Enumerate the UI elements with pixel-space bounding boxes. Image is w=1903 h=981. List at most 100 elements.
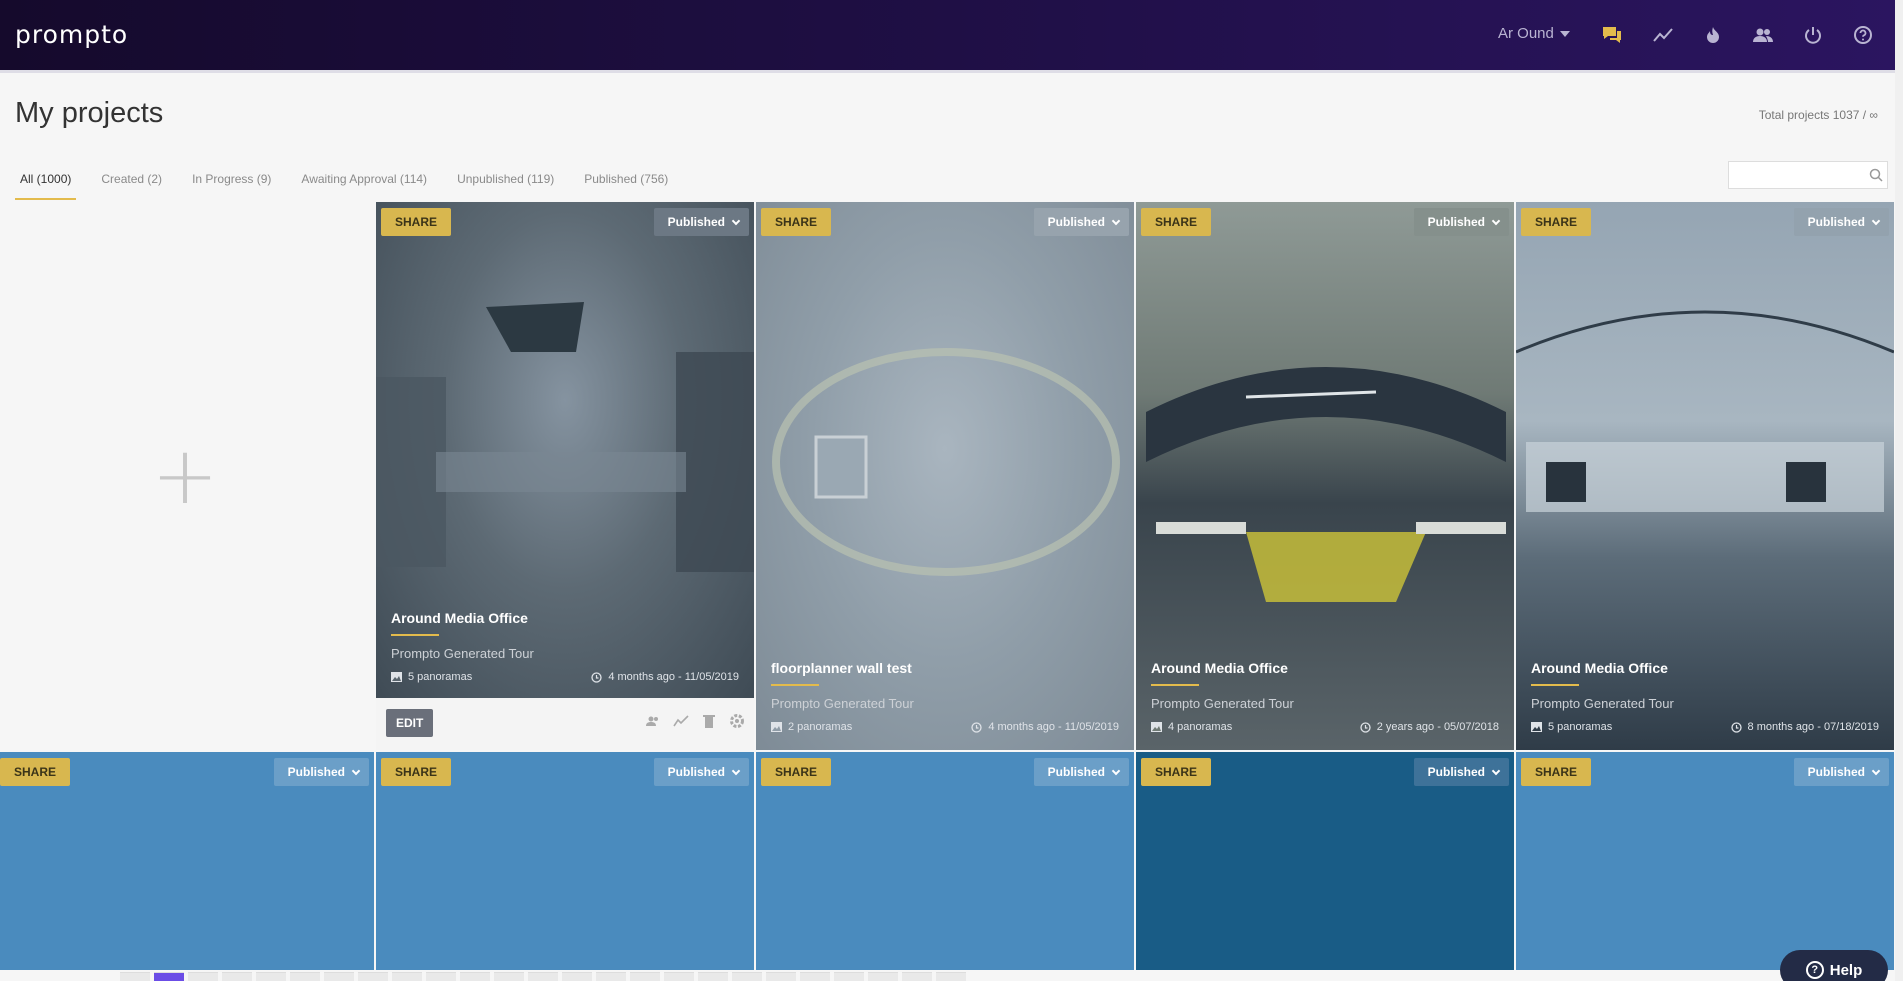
page-button[interactable] xyxy=(596,972,626,981)
plus-icon: + xyxy=(151,429,219,522)
project-card[interactable]: SHARE Published Around Media Office Prom… xyxy=(376,202,754,750)
chevron-down-icon xyxy=(351,766,361,775)
page-button[interactable] xyxy=(868,972,898,981)
chevron-down-icon xyxy=(1871,216,1881,225)
clock-icon xyxy=(591,671,602,683)
project-date: 2 years ago - 05/07/2018 xyxy=(1360,721,1499,733)
chevron-down-icon xyxy=(1491,216,1501,225)
page-button[interactable] xyxy=(698,972,728,981)
help-circle-icon[interactable] xyxy=(1850,22,1876,48)
header-divider xyxy=(0,70,1903,73)
flame-icon[interactable] xyxy=(1700,22,1726,48)
clock-icon xyxy=(971,721,982,733)
page-button[interactable] xyxy=(256,972,286,981)
project-card[interactable]: SHARE Published xyxy=(376,752,754,970)
users-icon[interactable] xyxy=(1750,22,1776,48)
status-dropdown[interactable]: Published xyxy=(653,208,749,236)
tab-awaiting-approval[interactable]: Awaiting Approval (114) xyxy=(296,168,432,200)
status-label: Published xyxy=(667,765,725,779)
share-button[interactable]: SHARE xyxy=(761,758,832,786)
share-button[interactable]: SHARE xyxy=(761,208,832,236)
status-label: Published xyxy=(287,765,345,779)
share-button[interactable]: SHARE xyxy=(1141,758,1212,786)
project-subtitle: Prompto Generated Tour xyxy=(1531,696,1674,711)
page-button[interactable] xyxy=(800,972,830,981)
page-button[interactable] xyxy=(732,972,762,981)
power-icon[interactable] xyxy=(1800,22,1826,48)
page-button[interactable] xyxy=(460,972,490,981)
prompto-logo[interactable]: prompto xyxy=(15,20,128,49)
help-button[interactable]: ? Help xyxy=(1780,950,1888,981)
page-button[interactable] xyxy=(426,972,456,981)
share-button[interactable]: SHARE xyxy=(1141,208,1212,236)
status-dropdown[interactable]: Published xyxy=(653,758,749,786)
tab-all[interactable]: All (1000) xyxy=(15,168,77,200)
project-card[interactable]: SHARE Published Around Media Office Prom… xyxy=(1136,202,1514,750)
project-card[interactable]: SHARE Published xyxy=(756,752,1134,970)
page-button[interactable] xyxy=(766,972,796,981)
page-button[interactable] xyxy=(664,972,694,981)
project-card[interactable]: SHARE Published floorplanner wall test P… xyxy=(756,202,1134,750)
page-button[interactable] xyxy=(562,972,592,981)
user-menu[interactable]: Ar Ound xyxy=(1498,25,1570,42)
page-button[interactable] xyxy=(324,972,354,981)
chevron-down-icon xyxy=(1491,766,1501,775)
project-date: 8 months ago - 07/18/2019 xyxy=(1730,721,1879,733)
page-button[interactable] xyxy=(494,972,524,981)
page-button[interactable] xyxy=(630,972,660,981)
status-dropdown[interactable]: Published xyxy=(1033,758,1129,786)
page-button[interactable] xyxy=(188,972,218,981)
vertical-scrollbar[interactable] xyxy=(1895,0,1903,981)
page-button[interactable] xyxy=(392,972,422,981)
page-button[interactable] xyxy=(290,972,320,981)
card-actions-bar: EDIT xyxy=(376,698,754,750)
page-button[interactable] xyxy=(936,972,966,981)
image-icon xyxy=(1151,722,1162,732)
share-button[interactable]: SHARE xyxy=(1521,758,1592,786)
users-icon[interactable] xyxy=(644,712,662,730)
analytics-icon[interactable] xyxy=(1650,22,1676,48)
status-dropdown[interactable]: Published xyxy=(273,758,369,786)
clock-icon xyxy=(1360,721,1371,733)
gear-icon[interactable] xyxy=(728,712,746,730)
share-button[interactable]: SHARE xyxy=(0,758,71,786)
question-icon: ? xyxy=(1805,961,1824,979)
status-dropdown[interactable]: Published xyxy=(1413,208,1509,236)
project-card[interactable]: SHARE Published xyxy=(1516,752,1894,970)
page-button[interactable] xyxy=(222,972,252,981)
add-project-tile[interactable]: + xyxy=(0,202,370,750)
chevron-down-icon xyxy=(1111,766,1121,775)
search-icon[interactable] xyxy=(1869,168,1883,187)
status-dropdown[interactable]: Published xyxy=(1033,208,1129,236)
project-title: Around Media Office xyxy=(1531,660,1668,676)
share-button[interactable]: SHARE xyxy=(381,208,452,236)
status-dropdown[interactable]: Published xyxy=(1793,758,1889,786)
panorama-count: 5 panoramas xyxy=(1531,721,1612,733)
tab-in-progress[interactable]: In Progress (9) xyxy=(187,168,276,200)
card-info: Around Media Office Prompto Generated To… xyxy=(1151,660,1499,733)
share-button[interactable]: SHARE xyxy=(381,758,452,786)
tab-created[interactable]: Created (2) xyxy=(96,168,167,200)
status-label: Published xyxy=(667,215,725,229)
clock-icon xyxy=(1730,721,1742,733)
page-button-active[interactable] xyxy=(154,972,184,981)
page-button[interactable] xyxy=(528,972,558,981)
project-card[interactable]: SHARE Published xyxy=(1136,752,1514,970)
project-card[interactable]: SHARE Published xyxy=(0,752,374,970)
status-dropdown[interactable]: Published xyxy=(1413,758,1509,786)
page-button[interactable] xyxy=(902,972,932,981)
page-button[interactable] xyxy=(834,972,864,981)
project-date: 4 months ago - 11/05/2019 xyxy=(591,671,739,683)
project-card[interactable]: SHARE Published Around Media Office Prom… xyxy=(1516,202,1894,750)
page-button[interactable] xyxy=(120,972,150,981)
page-button[interactable] xyxy=(358,972,388,981)
tab-unpublished[interactable]: Unpublished (119) xyxy=(452,168,559,200)
edit-button[interactable]: EDIT xyxy=(386,709,434,737)
status-dropdown[interactable]: Published xyxy=(1793,208,1889,236)
chat-icon[interactable] xyxy=(1599,22,1625,48)
tab-published[interactable]: Published (756) xyxy=(579,168,673,200)
trash-icon[interactable] xyxy=(700,712,718,730)
search-input[interactable] xyxy=(1729,162,1859,188)
analytics-icon[interactable] xyxy=(672,712,690,730)
share-button[interactable]: SHARE xyxy=(1521,208,1592,236)
